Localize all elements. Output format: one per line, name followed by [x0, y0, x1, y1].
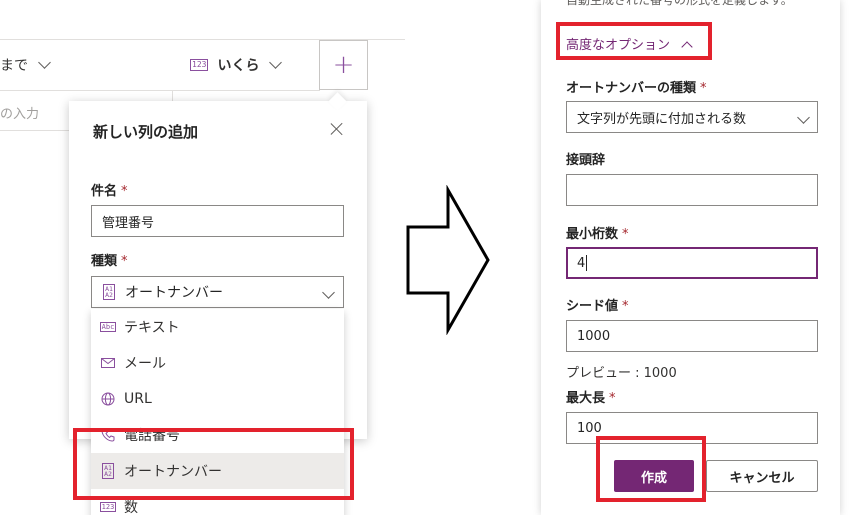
max-length-label-text: 最大長	[566, 391, 606, 406]
prefix-label: 接頭辞	[566, 153, 606, 168]
dialog-title: 新しい列の追加	[93, 123, 199, 141]
grid-cell-placeholder[interactable]: の入力	[0, 103, 39, 122]
seed-label-text: シード値	[566, 299, 619, 314]
required-mark: *	[121, 254, 128, 269]
name-field-label: 件名 *	[91, 180, 128, 199]
seed-input[interactable]: 1000	[566, 320, 818, 352]
min-digits-label-text: 最小桁数	[566, 227, 619, 242]
plus-icon: +	[332, 50, 355, 80]
min-digits-label: 最小桁数 *	[566, 223, 629, 242]
name-label-text: 件名	[91, 184, 118, 199]
menu-item-label: メール	[124, 356, 166, 372]
required-mark: *	[609, 391, 616, 406]
prefix-input[interactable]	[566, 174, 818, 206]
name-input[interactable]: 管理番号	[91, 205, 344, 237]
preview-text: プレビュー : 1000	[566, 366, 677, 381]
highlight-box-autonumber	[73, 428, 354, 500]
autonumber-icon: A1 A2	[103, 284, 115, 300]
number-icon: 123	[99, 502, 117, 512]
add-column-button[interactable]: +	[319, 40, 368, 90]
autonumber-type-dropdown[interactable]: 文字列が先頭に付加される数	[566, 101, 818, 133]
required-mark: *	[121, 184, 128, 199]
type-field-label: 種類 *	[91, 250, 128, 269]
highlight-box-advanced-options	[556, 22, 712, 60]
menu-item-text[interactable]: Abc テキスト	[91, 309, 344, 345]
menu-item-label: テキスト	[124, 320, 180, 336]
type-dropdown-value: オートナンバー	[125, 285, 223, 301]
grid-row-rule	[0, 130, 70, 131]
chevron-down-icon	[269, 56, 283, 69]
chevron-down-icon	[322, 286, 335, 299]
column-header-amount[interactable]: 123 いくら	[190, 52, 283, 78]
type-dropdown[interactable]: A1 A2 オートナンバー	[91, 276, 344, 308]
highlight-box-create	[596, 436, 706, 502]
menu-item-label: URL	[124, 391, 152, 407]
type-label-text: 種類	[91, 254, 118, 269]
text-abc-icon: Abc	[99, 322, 117, 332]
required-mark: *	[700, 81, 707, 96]
menu-item-email[interactable]: メール	[91, 345, 344, 381]
mail-icon	[101, 358, 115, 368]
menu-item-url[interactable]: URL	[91, 381, 344, 417]
autonumber-type-label: オートナンバーの種類 *	[566, 77, 707, 96]
min-digits-value: 4	[577, 255, 586, 271]
seed-label: シード値 *	[566, 295, 629, 314]
required-mark: *	[622, 227, 629, 242]
close-icon[interactable]	[328, 120, 346, 138]
autonumber-type-label-text: オートナンバーの種類	[566, 81, 697, 96]
text-cursor	[586, 255, 588, 271]
chevron-down-icon	[797, 111, 810, 124]
column-header-amount-label: いくら	[217, 58, 260, 74]
panel-description: 自動生成された番号の形式を定義します。	[566, 0, 793, 7]
required-mark: *	[622, 299, 629, 314]
cancel-button[interactable]: キャンセル	[706, 460, 818, 492]
max-length-label: 最大長 *	[566, 387, 616, 406]
number-icon: 123	[190, 59, 209, 71]
chevron-down-icon	[38, 56, 51, 69]
column-header-until[interactable]: まで	[0, 52, 51, 78]
right-arrow-icon	[406, 185, 490, 335]
autonumber-type-value: 文字列が先頭に付加される数	[577, 111, 747, 127]
column-header-until-label: まで	[0, 58, 28, 74]
globe-icon	[101, 392, 115, 406]
grid-header-rule	[0, 90, 320, 91]
min-digits-input[interactable]: 4	[566, 247, 818, 279]
